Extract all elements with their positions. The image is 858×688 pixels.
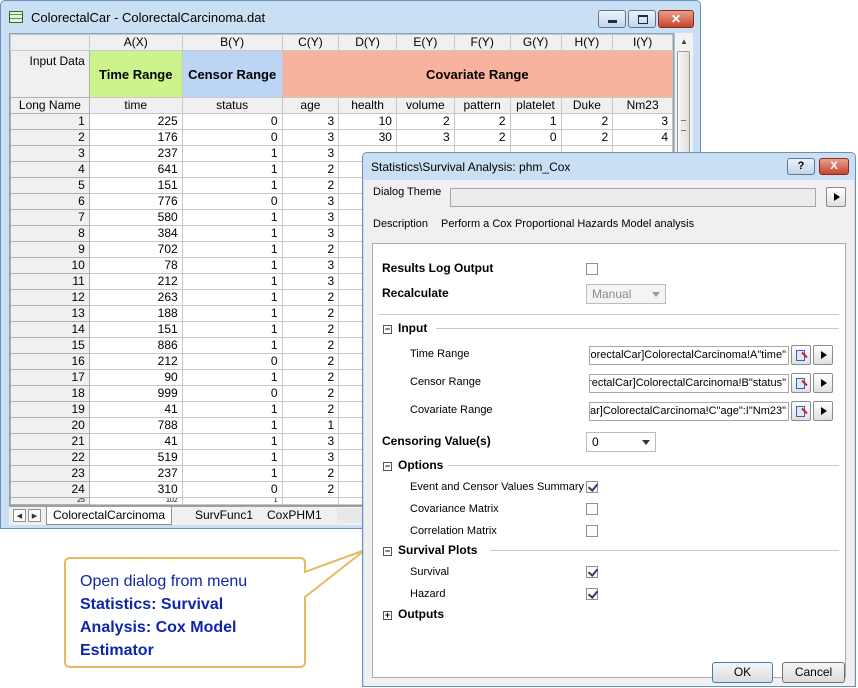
callout-line3: Analysis: Cox Model [80, 619, 237, 636]
hazard-checkbox[interactable] [586, 588, 598, 600]
options-section-label[interactable]: Options [398, 458, 443, 472]
callout-line2: Statistics: Survival [80, 596, 224, 613]
select-range-icon[interactable] [791, 345, 811, 365]
covariate-range-value: [ColorectalCar]ColorectalCarcinoma!C"age… [590, 405, 786, 417]
censoring-value-label: Censoring Value(s) [382, 434, 491, 448]
covariate-range-label: Covariate Range [410, 404, 493, 416]
settings-panel: Results Log Output Recalculate Manual − … [372, 243, 846, 678]
theme-menu-button[interactable] [826, 187, 846, 207]
time-range-input[interactable]: [ColorectalCar]ColorectalCarcinoma!A"tim… [589, 346, 789, 365]
censor-range-label: Censor Range [410, 376, 481, 388]
chevron-down-icon [652, 292, 660, 297]
callout-text: Open dialog from menu Statistics: Surviv… [80, 570, 300, 662]
dialog-title: Statistics\Survival Analysis: phm_Cox [371, 160, 571, 174]
dialog-theme-label: Dialog Theme [373, 186, 442, 198]
censoring-value: 0 [592, 435, 599, 449]
correlation-matrix-label: Correlation Matrix [410, 525, 497, 537]
recalculate-value: Manual [592, 287, 632, 301]
collapse-options-icon[interactable]: − [383, 462, 392, 471]
covariance-matrix-label: Covariance Matrix [410, 503, 499, 515]
censor-range-input[interactable]: [ColorectalCar]ColorectalCarcinoma!B"sta… [589, 374, 789, 393]
time-range-value: [ColorectalCar]ColorectalCarcinoma!A"tim… [589, 349, 786, 361]
select-range-icon[interactable] [791, 401, 811, 421]
description-label: Description [373, 218, 429, 230]
recalculate-label: Recalculate [382, 286, 449, 300]
dialog-body: Dialog Theme Description Perform a Cox P… [364, 180, 854, 686]
callout-line4: Estimator [80, 642, 154, 659]
event-summary-checkbox[interactable] [586, 481, 598, 493]
event-summary-label: Event and Censor Values Summary [410, 481, 585, 493]
time-range-menu-button[interactable] [813, 345, 833, 365]
covariate-range-input[interactable]: [ColorectalCar]ColorectalCarcinoma!C"age… [589, 402, 789, 421]
survival-checkbox[interactable] [586, 566, 598, 578]
ok-button[interactable]: OK [712, 662, 773, 683]
hazard-label: Hazard [410, 588, 446, 600]
input-section-label[interactable]: Input [398, 321, 427, 335]
censor-range-value: [ColorectalCar]ColorectalCarcinoma!B"sta… [589, 377, 786, 389]
phm-cox-dialog: Statistics\Survival Analysis: phm_Cox ? … [362, 152, 856, 687]
dialog-theme-combo[interactable] [450, 188, 816, 207]
callout-line1: Open dialog from menu [80, 573, 248, 590]
censor-range-menu-button[interactable] [813, 373, 833, 393]
results-log-label: Results Log Output [382, 261, 494, 275]
expand-outputs-icon[interactable]: + [383, 611, 392, 620]
survival-label: Survival [410, 566, 450, 578]
correlation-matrix-checkbox[interactable] [586, 525, 598, 537]
outputs-section-label[interactable]: Outputs [398, 607, 444, 621]
chevron-down-icon [642, 440, 650, 445]
results-log-checkbox[interactable] [586, 263, 598, 275]
censoring-value-select[interactable]: 0 [586, 432, 656, 452]
collapse-input-icon[interactable]: − [383, 325, 392, 334]
dialog-close-button[interactable]: X [819, 158, 849, 175]
recalculate-select[interactable]: Manual [586, 284, 666, 304]
covariance-matrix-checkbox[interactable] [586, 503, 598, 515]
collapse-plots-icon[interactable]: − [383, 547, 392, 556]
select-range-icon[interactable] [791, 373, 811, 393]
description-text: Perform a Cox Proportional Hazards Model… [441, 218, 695, 230]
covariate-range-menu-button[interactable] [813, 401, 833, 421]
cancel-button[interactable]: Cancel [782, 662, 845, 683]
help-button[interactable]: ? [787, 158, 815, 175]
survival-plots-section-label[interactable]: Survival Plots [398, 543, 477, 557]
time-range-label: Time Range [410, 348, 470, 360]
